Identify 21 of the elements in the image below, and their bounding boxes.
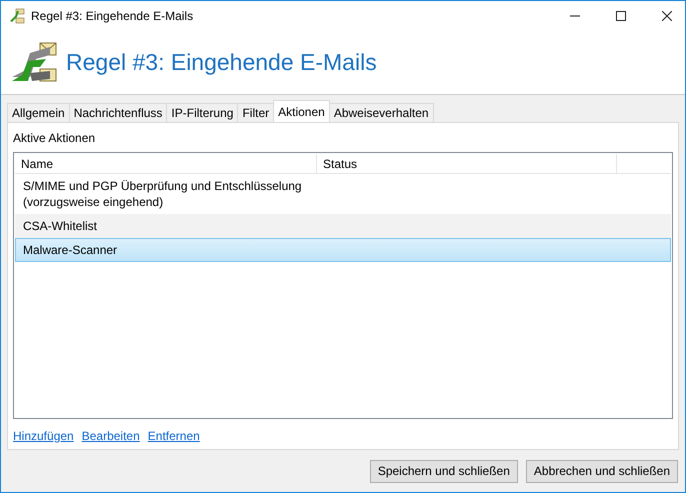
tab[interactable]: Allgemein (7, 103, 70, 122)
section-label: Aktive Aktionen (13, 131, 96, 145)
column-header[interactable]: Status (317, 154, 617, 173)
column-header[interactable]: Name (15, 154, 317, 173)
list-row[interactable]: Malware-Scanner (15, 238, 671, 262)
maximize-icon[interactable] (616, 11, 626, 21)
link[interactable]: Entfernen (148, 429, 200, 443)
tab[interactable]: Aktionen (273, 100, 330, 122)
mail-arrows-icon (10, 40, 58, 84)
header-title: Regel #3: Eingehende E-Mails (66, 49, 377, 76)
app-icon (9, 8, 25, 24)
link[interactable]: Hinzufügen (13, 429, 74, 443)
close-icon[interactable] (662, 11, 672, 21)
tab[interactable]: IP-Filterung (166, 103, 238, 122)
list-row[interactable]: S/MIME und PGP Überprüfung und Entschlüsselung (vorzugsweise eingehend) (15, 174, 671, 214)
dialog-button[interactable]: Speichern und schließen (370, 460, 518, 482)
list-row[interactable]: CSA-Whitelist (15, 214, 671, 238)
window-title: Regel #3: Eingehende E-Mails (31, 9, 194, 23)
dialog-button[interactable]: Abbrechen und schließen (526, 460, 678, 482)
tab[interactable]: Abweiseverhalten (328, 103, 434, 122)
link[interactable]: Bearbeiten (82, 429, 140, 443)
